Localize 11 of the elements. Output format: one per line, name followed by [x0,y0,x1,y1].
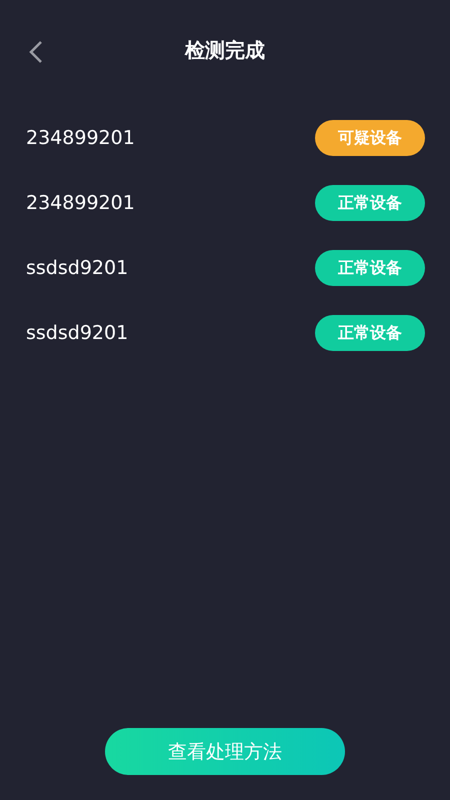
device-id: ssdsd9201 [26,257,128,279]
back-icon[interactable] [28,40,44,64]
device-id: ssdsd9201 [26,322,128,344]
status-badge: 正常设备 [315,185,425,221]
status-badge: 正常设备 [315,250,425,286]
status-badge: 可疑设备 [315,120,425,156]
device-id: 234899201 [26,127,135,149]
page-title: 检测完成 [185,36,265,64]
device-id: 234899201 [26,192,135,214]
status-badge: 正常设备 [315,315,425,351]
view-solution-button[interactable]: 查看处理方法 [105,728,345,775]
